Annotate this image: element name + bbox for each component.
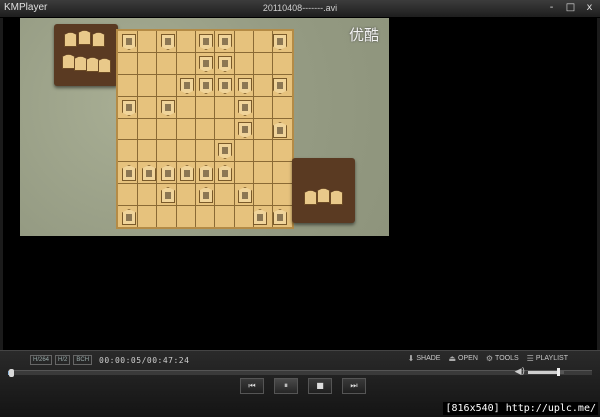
shade-icon: ⬇: [407, 354, 415, 363]
shogi-piece: [273, 209, 287, 225]
playlist-label: PLAYLIST: [535, 355, 568, 362]
captured-piece: [78, 30, 91, 45]
shogi-piece: [161, 165, 175, 181]
captured-piece: [317, 188, 330, 203]
shogi-piece: [161, 187, 175, 203]
captured-piece: [62, 54, 75, 69]
shogi-piece: [161, 34, 175, 50]
shogi-piece: [122, 165, 136, 181]
shogi-piece: [199, 165, 213, 181]
shogi-piece: [218, 78, 232, 94]
video-watermark: 优酷: [348, 26, 379, 44]
maximize-button[interactable]: □: [564, 2, 577, 14]
shade-button[interactable]: ⬇ SHADE: [408, 354, 441, 363]
captured-piece: [86, 57, 99, 72]
shogi-piece: [199, 34, 213, 50]
captured-piece: [92, 32, 105, 47]
captured-piece: [74, 56, 87, 71]
shogi-piece: [180, 165, 194, 181]
shogi-piece: [218, 165, 232, 181]
shogi-piece: [253, 209, 267, 225]
playlist-icon: ☰: [526, 354, 534, 363]
shogi-piece: [122, 209, 136, 225]
credit-text: [816x540] http://uplc.me/: [443, 402, 598, 415]
tools-bar: ⬇ SHADE ⏏ OPEN ⚙ TOOLS ☰ PLAYLIST: [408, 354, 568, 363]
open-icon: ⏏: [448, 354, 457, 363]
volume-level: [528, 370, 559, 374]
captured-piece: [330, 190, 343, 205]
shogi-piece: [273, 34, 287, 50]
shogi-piece: [273, 122, 287, 138]
open-button[interactable]: ⏏ OPEN: [448, 354, 477, 363]
piece-stand-right: [292, 158, 355, 223]
shogi-piece: [122, 34, 136, 50]
captured-piece: [98, 58, 111, 73]
shogi-piece: [122, 100, 136, 116]
shade-label: SHADE: [416, 355, 441, 362]
shogi-piece: [273, 78, 287, 94]
status-info: H/264 H/2 BCH 00:00:05/00:47:24: [30, 355, 189, 365]
video-frame: 优酷: [20, 18, 389, 236]
video-area[interactable]: 优酷: [3, 18, 597, 350]
shogi-board: [116, 29, 294, 229]
shogi-piece: [180, 78, 194, 94]
shogi-piece: [218, 143, 232, 159]
shogi-piece: [238, 122, 252, 138]
pause-button[interactable]: ⏸: [274, 378, 298, 394]
shogi-piece: [238, 100, 252, 116]
window-title: 20110408-------.avi: [262, 3, 338, 13]
volume-control: ◀): [515, 367, 564, 377]
next-button[interactable]: ⏭: [342, 378, 366, 394]
seek-bar[interactable]: [8, 369, 592, 377]
shogi-piece: [218, 34, 232, 50]
seek-handle[interactable]: [9, 369, 15, 377]
captured-piece: [64, 32, 77, 47]
shogi-piece: [199, 78, 213, 94]
close-button[interactable]: x: [583, 2, 596, 14]
tools-icon: ⚙: [485, 354, 494, 363]
window-controls: - □ x: [545, 2, 596, 14]
title-bar[interactable]: KMPlayer 20110408-------.avi - □ x: [0, 0, 600, 18]
tools-button[interactable]: ⚙ TOOLS: [486, 354, 519, 363]
codec-tag[interactable]: H/264: [30, 355, 53, 365]
piece-stand-left: [54, 24, 118, 86]
codec-tag[interactable]: H/2: [55, 355, 71, 365]
shogi-piece: [199, 56, 213, 72]
shogi-piece: [161, 100, 175, 116]
shogi-piece: [142, 165, 156, 181]
tools-label: TOOLS: [495, 355, 519, 362]
shogi-piece: [238, 78, 252, 94]
kmplayer-window: KMPlayer 20110408-------.avi - □ x 优酷 H/…: [0, 0, 600, 417]
stop-button[interactable]: ■: [308, 378, 332, 394]
volume-slider[interactable]: [528, 367, 564, 376]
shogi-piece: [238, 187, 252, 203]
previous-button[interactable]: ⏮: [240, 378, 264, 394]
volume-handle[interactable]: [556, 367, 560, 376]
playlist-button[interactable]: ☰ PLAYLIST: [527, 354, 568, 363]
open-label: OPEN: [458, 355, 478, 362]
time-display[interactable]: 00:00:05/00:47:24: [99, 356, 189, 365]
codec-tag[interactable]: BCH: [73, 355, 93, 365]
transport-controls: ⏮ ⏸ ■ ⏭: [240, 378, 366, 394]
shogi-piece: [218, 56, 232, 72]
minimize-button[interactable]: -: [545, 2, 558, 14]
speaker-icon[interactable]: ◀): [515, 367, 525, 377]
shogi-piece: [199, 187, 213, 203]
captured-piece: [304, 190, 317, 205]
